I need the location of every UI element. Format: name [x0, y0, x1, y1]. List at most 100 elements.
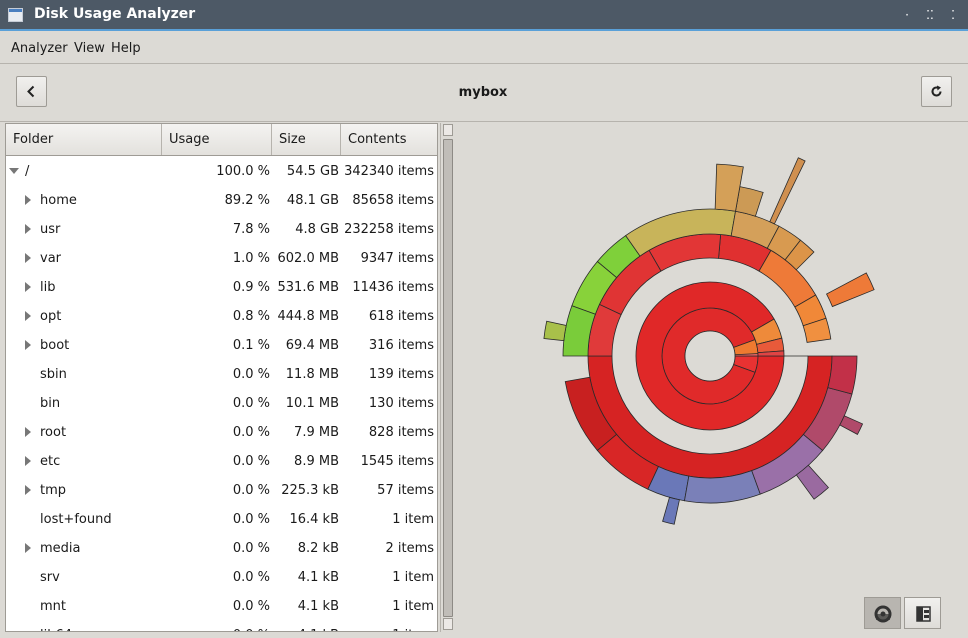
- menubar: Analyzer View Help: [0, 33, 968, 64]
- expander-icon[interactable]: [25, 195, 31, 205]
- tree-row[interactable]: sbin 0.0 % 11.8 MB 139 items: [6, 360, 437, 389]
- tree-row[interactable]: home 89.2 % 48.1 GB 85658 items: [6, 186, 437, 215]
- refresh-icon: [931, 85, 942, 97]
- tree-row[interactable]: usr 7.8 % 4.8 GB 232258 items: [6, 215, 437, 244]
- back-button[interactable]: [16, 76, 47, 107]
- ring-segment[interactable]: [769, 157, 806, 225]
- folder-name: mnt: [40, 599, 66, 614]
- folder-name: usr: [40, 222, 61, 237]
- expander-open-icon[interactable]: [9, 168, 19, 174]
- maximize-button[interactable]: ⁚⁚: [919, 5, 941, 25]
- expander-icon[interactable]: [25, 282, 31, 292]
- folder-name: opt: [40, 309, 62, 324]
- expander-icon[interactable]: [25, 427, 31, 437]
- tree-row[interactable]: lib 0.9 % 531.6 MB 11436 items: [6, 273, 437, 302]
- size-cell: 4.1 kB: [297, 599, 339, 614]
- folder-name: srv: [40, 570, 60, 585]
- expander-icon[interactable]: [25, 485, 31, 495]
- menu-view[interactable]: View: [74, 41, 105, 56]
- tree-row[interactable]: tmp 0.0 % 225.3 kB 57 items: [6, 476, 437, 505]
- expander-icon[interactable]: [25, 456, 31, 466]
- usage-cell: 0.0 %: [233, 628, 270, 631]
- tree-row[interactable]: media 0.0 % 8.2 kB 2 items: [6, 534, 437, 563]
- tree-row[interactable]: / 100.0 % 54.5 GB 342340 items: [6, 157, 437, 186]
- folder-name: lib: [40, 280, 56, 295]
- folder-name: lost+found: [40, 512, 112, 527]
- size-cell: 8.2 kB: [297, 541, 339, 556]
- size-cell: 444.8 MB: [277, 309, 339, 324]
- usage-cell: 0.0 %: [232, 396, 270, 411]
- usage-cell: 7.8 %: [232, 222, 270, 237]
- tree-row[interactable]: etc 0.0 % 8.9 MB 1545 items: [6, 447, 437, 476]
- usage-cell: 0.0 %: [232, 512, 270, 527]
- folder-name: /: [25, 164, 30, 179]
- expander-icon[interactable]: [25, 543, 31, 553]
- tree-row[interactable]: opt 0.8 % 444.8 MB 618 items: [6, 302, 437, 331]
- chart-pane: [456, 123, 964, 632]
- tree-row[interactable]: var 1.0 % 602.0 MB 9347 items: [6, 244, 437, 273]
- expander-icon[interactable]: [25, 224, 31, 234]
- usage-cell: 0.0 %: [232, 599, 270, 614]
- tree-scrollbar[interactable]: [440, 123, 455, 632]
- scroll-up-arrow[interactable]: [443, 124, 453, 136]
- column-contents[interactable]: Contents: [341, 124, 437, 155]
- contents-cell: 11436 items: [352, 280, 434, 295]
- contents-cell: 1545 items: [360, 454, 434, 469]
- treemap-view-button[interactable]: [904, 597, 941, 629]
- ring-segment[interactable]: [826, 272, 875, 308]
- folder-name: tmp: [40, 483, 67, 498]
- expander-icon[interactable]: [25, 311, 31, 321]
- contents-cell: 85658 items: [352, 193, 434, 208]
- contents-cell: 618 items: [368, 309, 434, 324]
- location-label: mybox: [458, 85, 508, 100]
- expander-icon[interactable]: [25, 253, 31, 263]
- contents-cell: 1 item: [392, 599, 434, 614]
- usage-cell: 0.9 %: [232, 280, 270, 295]
- column-folder[interactable]: Folder: [6, 124, 162, 155]
- size-cell: 225.3 kB: [281, 483, 339, 498]
- tree-row[interactable]: mnt 0.0 % 4.1 kB 1 item: [6, 592, 437, 621]
- folder-name: etc: [40, 454, 61, 469]
- scroll-down-arrow[interactable]: [443, 618, 453, 630]
- tree-row[interactable]: bin 0.0 % 10.1 MB 130 items: [6, 389, 437, 418]
- usage-cell: 0.0 %: [232, 483, 270, 498]
- size-cell: 54.5 GB: [286, 164, 339, 179]
- usage-cell: 0.0 %: [232, 541, 270, 556]
- contents-cell: 2 items: [385, 541, 434, 556]
- window-title: Disk Usage Analyzer: [34, 6, 196, 22]
- minimize-button[interactable]: ·: [896, 5, 918, 25]
- column-usage[interactable]: Usage: [162, 124, 272, 155]
- folder-tree[interactable]: Folder Usage Size Contents / 100.0 % 54.5 …: [5, 123, 438, 632]
- tree-row[interactable]: lost+found 0.0 % 16.4 kB 1 item: [6, 505, 437, 534]
- ring-segment[interactable]: [839, 415, 864, 435]
- folder-name: home: [40, 193, 77, 208]
- rings-chart[interactable]: [456, 123, 964, 593]
- disk-usage-icon: [8, 8, 23, 22]
- ring-segment[interactable]: [662, 496, 680, 525]
- ring-segment[interactable]: [735, 186, 764, 217]
- contents-cell: 828 items: [368, 425, 434, 440]
- menu-analyzer[interactable]: Analyzer: [11, 41, 68, 56]
- usage-cell: 1.0 %: [232, 251, 270, 266]
- scroll-thumb[interactable]: [443, 139, 453, 617]
- size-cell: 11.8 MB: [285, 367, 339, 382]
- tree-row[interactable]: lib64 0.0 % 4.1 kB 1 item: [6, 621, 437, 631]
- size-cell: 531.6 MB: [277, 280, 339, 295]
- tree-row[interactable]: srv 0.0 % 4.1 kB 1 item: [6, 563, 437, 592]
- expander-icon[interactable]: [25, 340, 31, 350]
- refresh-button[interactable]: [921, 76, 952, 107]
- size-cell: 69.4 MB: [285, 338, 339, 353]
- ring-center[interactable]: [684, 330, 736, 382]
- column-size[interactable]: Size: [272, 124, 341, 155]
- ring-segment[interactable]: [827, 355, 858, 395]
- ring-segment[interactable]: [543, 320, 567, 342]
- contents-cell: 57 items: [377, 483, 434, 498]
- usage-cell: 0.0 %: [232, 570, 270, 585]
- menu-help[interactable]: Help: [111, 41, 141, 56]
- close-button[interactable]: ⁚: [942, 5, 964, 25]
- rings-chart-icon: [874, 605, 892, 623]
- tree-row[interactable]: root 0.0 % 7.9 MB 828 items: [6, 418, 437, 447]
- rings-view-button[interactable]: [864, 597, 901, 629]
- folder-name: media: [40, 541, 81, 556]
- tree-row[interactable]: boot 0.1 % 69.4 MB 316 items: [6, 331, 437, 360]
